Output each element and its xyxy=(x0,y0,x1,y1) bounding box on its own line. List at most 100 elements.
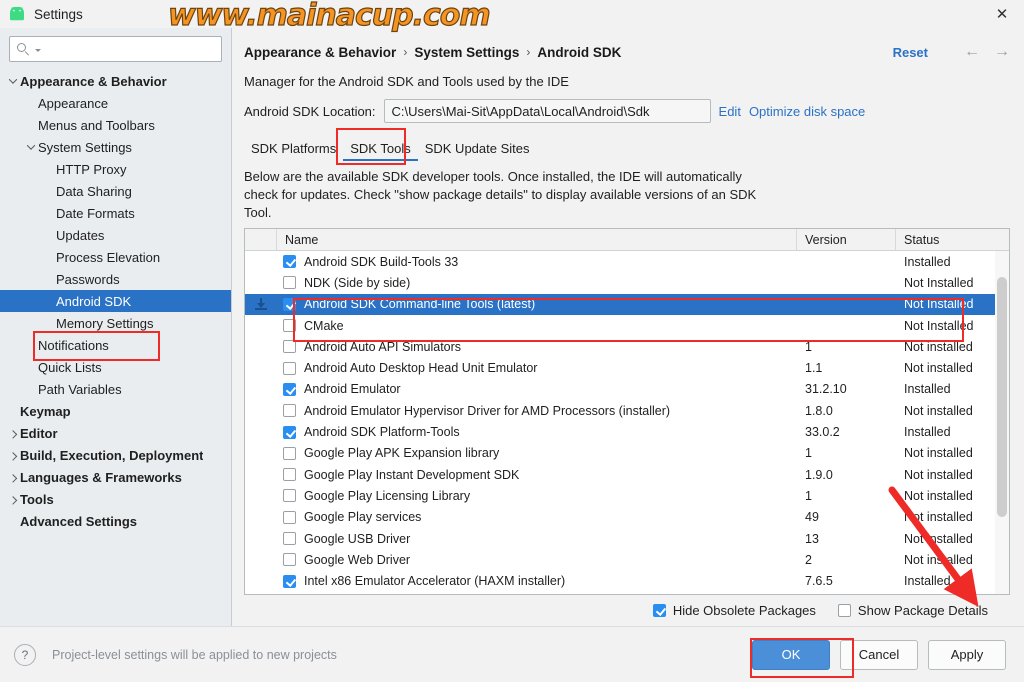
column-header-name[interactable]: Name xyxy=(277,229,797,250)
sidebar-item-process-elevation[interactable]: Process Elevation xyxy=(0,246,231,268)
tab-sdk-platforms[interactable]: SDK Platforms xyxy=(244,141,343,161)
optimize-disk-space-link[interactable]: Optimize disk space xyxy=(749,104,865,119)
sidebar-item-build-execution-deployment[interactable]: Build, Execution, Deployment xyxy=(0,444,231,466)
breadcrumb-row: Appearance & Behavior › System Settings › An… xyxy=(244,28,1010,64)
table-scrollbar-thumb[interactable] xyxy=(997,277,1007,517)
sidebar-item-http-proxy[interactable]: HTTP Proxy xyxy=(0,158,231,180)
edit-link[interactable]: Edit xyxy=(719,104,741,119)
sidebar-item-updates[interactable]: Updates xyxy=(0,224,231,246)
sidebar-item-notifications[interactable]: Notifications xyxy=(0,334,231,356)
back-arrow-icon[interactable]: ← xyxy=(964,44,980,60)
package-name: NDK (Side by side) xyxy=(304,275,411,290)
cancel-button[interactable]: Cancel xyxy=(840,639,918,670)
package-checkbox[interactable] xyxy=(283,276,296,290)
chevron-right-icon[interactable] xyxy=(6,488,20,510)
package-checkbox[interactable] xyxy=(283,489,296,503)
package-checkbox[interactable] xyxy=(283,319,296,333)
option-checkbox[interactable] xyxy=(837,604,851,617)
sidebar-item-keymap[interactable]: Keymap xyxy=(0,400,231,422)
package-checkbox[interactable] xyxy=(283,446,296,460)
chevron-right-icon[interactable] xyxy=(6,466,20,488)
table-row[interactable]: Android SDK Command-line Tools (latest) N… xyxy=(245,293,1009,315)
search-input[interactable] xyxy=(41,41,215,57)
chevron-down-icon[interactable] xyxy=(6,70,20,92)
cell-name: Google Web Driver xyxy=(277,553,797,567)
cell-name: Android Emulator Hypervisor Driver for A… xyxy=(277,404,797,418)
table-row[interactable]: Intel x86 Emulator Accelerator (HAXM ins… xyxy=(245,570,1009,591)
table-row[interactable]: Android Auto Desktop Head Unit Emulator 1… xyxy=(245,357,1009,378)
search-box[interactable] xyxy=(9,36,222,62)
sidebar-item-label: Tools xyxy=(20,491,54,507)
breadcrumb-item[interactable]: Android SDK xyxy=(537,45,621,60)
cell-version: 1 xyxy=(805,339,812,354)
option-checkbox[interactable] xyxy=(652,604,666,617)
sidebar-item-data-sharing[interactable]: Data Sharing xyxy=(0,180,231,202)
table-row[interactable]: Google Web Driver 2 Not installed xyxy=(245,549,1009,570)
table-row[interactable]: NDK (Side by side) Not Installed xyxy=(245,272,1009,293)
sidebar-item-memory-settings[interactable]: Memory Settings xyxy=(0,312,231,334)
table-row[interactable]: Android SDK Build-Tools 33 Installed xyxy=(245,251,1009,272)
package-checkbox[interactable] xyxy=(283,382,296,396)
dialog-body: Appearance & Behavior Appearance Menus and… xyxy=(0,28,1024,626)
sidebar-item-system-settings[interactable]: System Settings xyxy=(0,136,231,158)
help-icon[interactable]: ? xyxy=(14,643,36,666)
table-row[interactable]: Android Emulator Hypervisor Driver for A… xyxy=(245,400,1009,421)
cell-name: Android SDK Platform-Tools xyxy=(277,425,797,439)
sdk-location-field[interactable]: C:\Users\Mai-Sit\AppData\Local\Android\S… xyxy=(383,99,711,123)
cell-name: Google Play Instant Development SDK xyxy=(277,468,797,482)
breadcrumb-item[interactable]: Appearance & Behavior xyxy=(244,45,396,60)
table-scrollbar[interactable] xyxy=(995,251,1009,594)
package-checkbox[interactable] xyxy=(283,532,296,545)
ok-button[interactable]: OK xyxy=(752,639,830,670)
option-show-package-details[interactable]: Show Package Details xyxy=(837,603,988,618)
close-icon[interactable]: ✕ xyxy=(980,0,1024,28)
sidebar-item-advanced-settings[interactable]: Advanced Settings xyxy=(0,510,231,532)
sidebar-item-passwords[interactable]: Passwords xyxy=(0,268,231,290)
table-row[interactable]: Android SDK Platform-Tools 33.0.2 Installe… xyxy=(245,421,1009,442)
sidebar-item-languages-frameworks[interactable]: Languages & Frameworks xyxy=(0,466,231,488)
package-checkbox[interactable] xyxy=(283,425,296,439)
package-checkbox[interactable] xyxy=(283,340,296,354)
table-row[interactable]: Google Play Licensing Library 1 Not instal… xyxy=(245,485,1009,506)
table-row[interactable]: Google Play services 49 Not installed xyxy=(245,507,1009,528)
sidebar-item-date-formats[interactable]: Date Formats xyxy=(0,202,231,224)
breadcrumb-item[interactable]: System Settings xyxy=(414,45,519,60)
package-checkbox[interactable] xyxy=(283,255,296,269)
package-checkbox[interactable] xyxy=(283,404,296,418)
package-checkbox[interactable] xyxy=(283,553,296,567)
sidebar-item-tools[interactable]: Tools xyxy=(0,488,231,510)
column-header-version[interactable]: Version xyxy=(797,229,896,250)
package-checkbox[interactable] xyxy=(283,361,296,375)
sidebar-item-label: HTTP Proxy xyxy=(56,161,127,177)
chevron-down-icon[interactable] xyxy=(24,136,38,158)
sidebar-item-appearance-behavior[interactable]: Appearance & Behavior xyxy=(0,70,231,92)
column-header-status[interactable]: Status xyxy=(896,229,1009,250)
chevron-right-icon[interactable] xyxy=(6,422,20,444)
sidebar-item-quick-lists[interactable]: Quick Lists xyxy=(0,356,231,378)
sidebar-item-menus-and-toolbars[interactable]: Menus and Toolbars xyxy=(0,114,231,136)
cell-name: Android Auto API Simulators xyxy=(277,340,797,354)
package-checkbox[interactable] xyxy=(283,574,296,588)
table-row[interactable]: CMake Not Installed xyxy=(245,315,1009,336)
forward-arrow-icon[interactable]: → xyxy=(994,44,1010,60)
sidebar-item-appearance[interactable]: Appearance xyxy=(0,92,231,114)
package-checkbox[interactable] xyxy=(283,510,296,524)
sidebar-item-android-sdk[interactable]: Android SDK xyxy=(0,290,231,312)
tab-sdk-update-sites[interactable]: SDK Update Sites xyxy=(418,141,537,161)
table-row[interactable]: Android Auto API Simulators 1 Not installe… xyxy=(245,336,1009,357)
table-row[interactable]: Android Emulator 31.2.10 Installed xyxy=(245,379,1009,400)
chevron-right-icon[interactable] xyxy=(6,444,20,466)
package-checkbox[interactable] xyxy=(283,297,296,311)
cell-version: 7.6.5 xyxy=(805,574,833,589)
reset-link[interactable]: Reset xyxy=(893,45,928,60)
table-row[interactable]: Google Play APK Expansion library 1 Not in… xyxy=(245,443,1009,464)
option-hide-obsolete-packages[interactable]: Hide Obsolete Packages xyxy=(652,603,816,618)
tab-sdk-tools[interactable]: SDK Tools xyxy=(343,141,419,161)
package-checkbox[interactable] xyxy=(283,468,296,482)
table-row[interactable]: Google USB Driver 13 Not installed xyxy=(245,528,1009,549)
table-row[interactable]: Google Play Instant Development SDK 1.9.0… xyxy=(245,464,1009,485)
sidebar-item-editor[interactable]: Editor xyxy=(0,422,231,444)
apply-button[interactable]: Apply xyxy=(928,639,1006,670)
sidebar-item-path-variables[interactable]: Path Variables xyxy=(0,378,231,400)
